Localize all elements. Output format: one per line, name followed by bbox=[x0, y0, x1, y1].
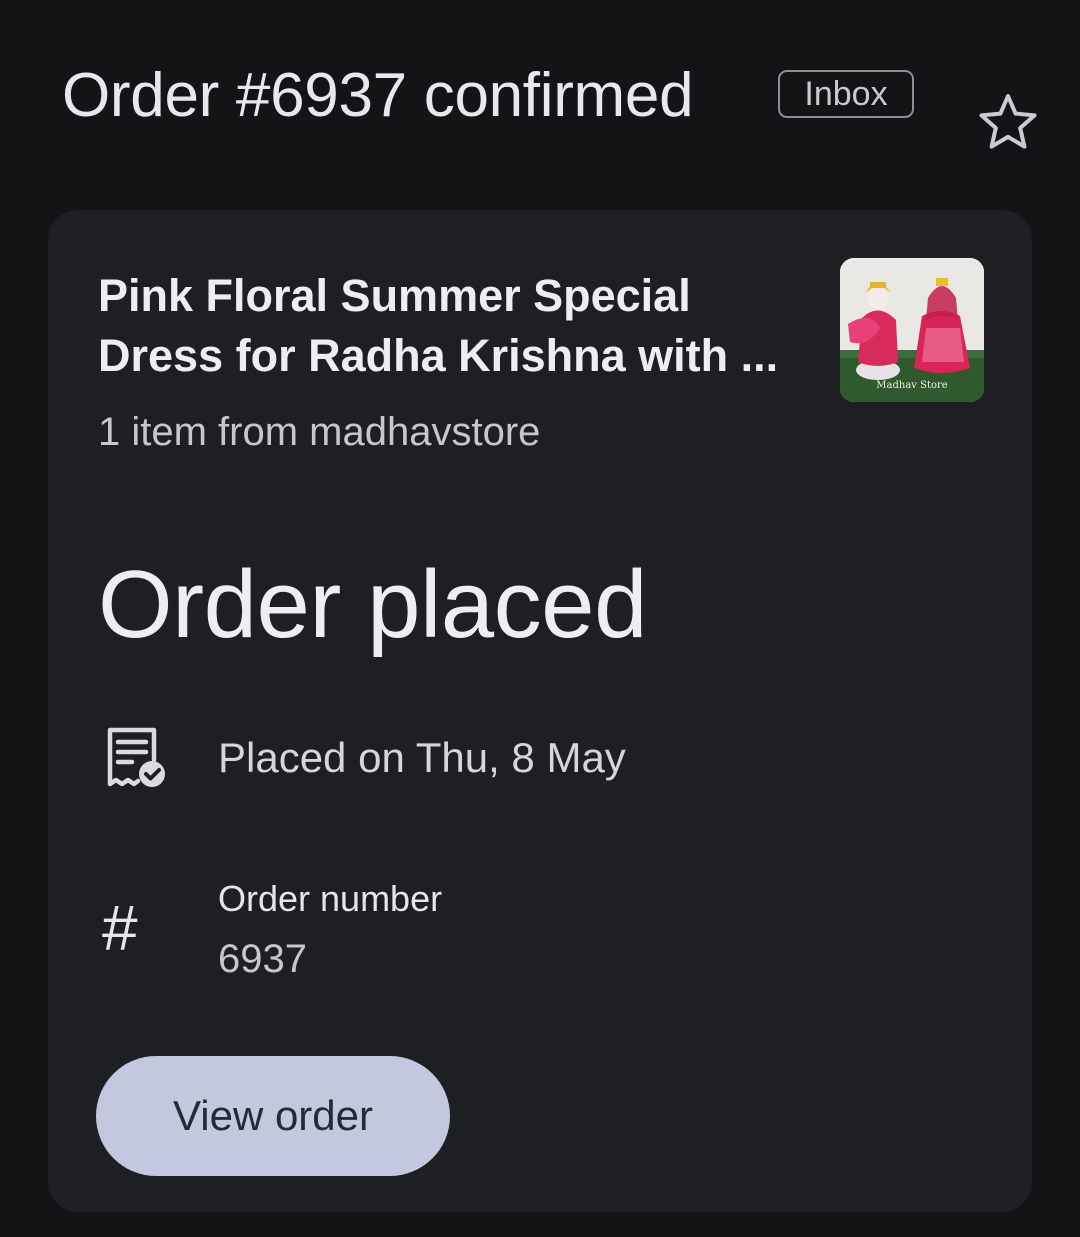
order-status: Order placed bbox=[98, 551, 647, 658]
product-image: Madhav Store bbox=[840, 258, 984, 402]
product-title-line-1: Pink Floral Summer Special bbox=[98, 270, 691, 321]
inbox-label-chip[interactable]: Inbox bbox=[778, 70, 914, 118]
placed-on-date: Placed on Thu, 8 May bbox=[218, 734, 626, 781]
items-from-store: 1 item from madhavstore bbox=[98, 410, 541, 454]
view-order-button[interactable]: View order bbox=[96, 1056, 450, 1176]
product-thumbnail[interactable]: Madhav Store bbox=[840, 258, 984, 402]
order-card: Pink Floral Summer Special Dress for Rad… bbox=[48, 210, 1032, 1212]
product-title[interactable]: Pink Floral Summer Special Dress for Rad… bbox=[98, 266, 808, 386]
product-title-line-2: Dress for Radha Krishna with ... bbox=[98, 330, 779, 381]
order-number-label: Order number bbox=[218, 878, 443, 919]
thumbnail-watermark: Madhav Store bbox=[876, 380, 948, 391]
order-number-value: 6937 bbox=[218, 937, 307, 981]
receipt-check-icon bbox=[107, 727, 165, 787]
email-subject: Order #6937 confirmed bbox=[62, 61, 694, 130]
hash-icon: # bbox=[102, 892, 138, 964]
star-icon[interactable] bbox=[976, 90, 1040, 154]
